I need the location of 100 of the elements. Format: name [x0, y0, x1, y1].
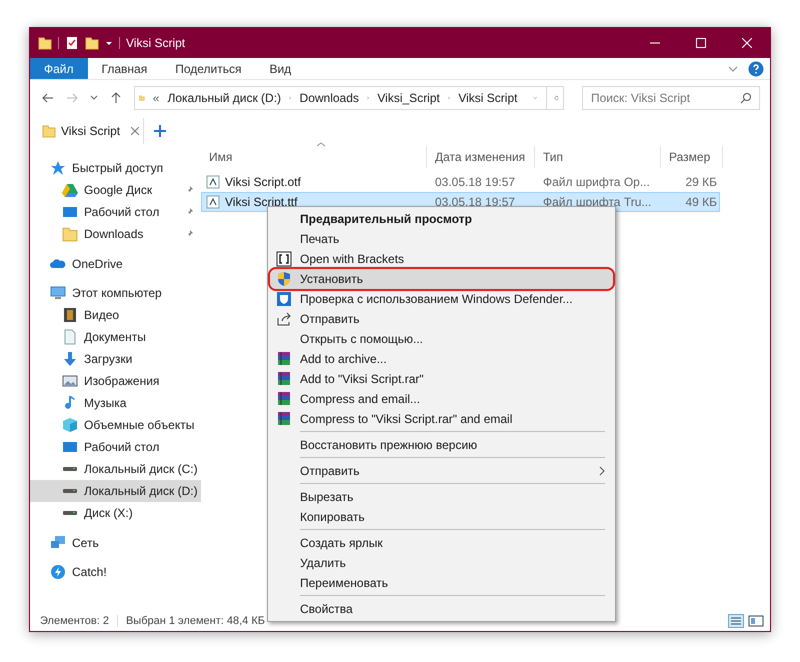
menu-item[interactable]: Отправить	[270, 309, 613, 329]
search-field[interactable]: Поиск: Viksi Script	[582, 86, 760, 110]
details-view-icon[interactable]	[728, 614, 744, 628]
ribbon-tab[interactable]: Вид	[255, 58, 306, 79]
dropdown-icon[interactable]	[105, 39, 113, 47]
font-file-icon	[206, 195, 220, 209]
menu-item[interactable]: Установить	[270, 269, 613, 289]
breadcrumb[interactable]: Локальный диск (D:)	[167, 89, 282, 107]
menu-item[interactable]: Compress and email...	[270, 389, 613, 409]
folder-icon	[62, 226, 78, 242]
sidebar-item[interactable]: OneDrive	[30, 253, 201, 275]
tiles-view-icon[interactable]	[748, 614, 764, 628]
sidebar-label: Рабочий стол	[84, 204, 160, 221]
menu-item[interactable]: Открыть с помощью...	[270, 329, 613, 349]
chevron-down-icon[interactable]	[728, 64, 738, 74]
sidebar-item[interactable]: Google Диск	[30, 179, 201, 201]
menu-item[interactable]: Вырезать	[270, 487, 613, 507]
breadcrumb[interactable]: Viksi_Script	[377, 89, 440, 107]
sidebar-item[interactable]: Catch!	[30, 561, 201, 583]
sidebar-label: Сеть	[72, 535, 100, 552]
menu-item[interactable]: Compress to "Viksi Script.rar" and email	[270, 409, 613, 429]
back-arrow-icon[interactable]	[42, 92, 54, 104]
up-arrow-icon[interactable]	[110, 92, 122, 104]
plus-icon[interactable]	[154, 125, 166, 137]
menu-item[interactable]: Восстановить прежнюю версию	[270, 435, 613, 455]
overflow-chevron[interactable]: «	[152, 89, 160, 107]
sidebar-label: Локальный диск (D:)	[84, 483, 198, 500]
sidebar-item[interactable]: Диск (X:)	[30, 502, 201, 524]
sidebar-item[interactable]: Изображения	[30, 370, 201, 392]
download-icon	[62, 351, 78, 367]
file-name: Viksi Script.otf	[225, 174, 301, 191]
menu-label: Compress and email...	[300, 391, 422, 408]
menu-item[interactable]: Предварительный просмотр	[270, 209, 613, 229]
desktop-icon	[62, 204, 78, 220]
cube-icon	[62, 417, 78, 433]
close-icon[interactable]	[131, 127, 140, 135]
date-cell-text: 03.05.18 19:57	[434, 194, 516, 211]
sidebar-item[interactable]: Этот компьютер	[30, 282, 201, 304]
archive-icon	[276, 391, 292, 407]
defender-icon	[276, 291, 292, 307]
sidebar-label: Объемные объекты	[84, 417, 194, 434]
sidebar-label: Catch!	[72, 564, 108, 581]
sidebar-item[interactable]: Сеть	[30, 532, 201, 554]
sidebar-item[interactable]: Рабочий стол	[30, 436, 201, 458]
menu-label: Проверка с использованием Windows Defender...	[300, 291, 574, 308]
maximize-icon[interactable]	[696, 38, 706, 48]
sidebar-item[interactable]: Локальный диск (C:)	[30, 458, 201, 480]
address-bar[interactable]: « Локальный диск (D:) Downloads Viksi_Script Viksi Script	[134, 86, 564, 110]
sidebar-item[interactable]: Быстрый доступ	[30, 157, 201, 179]
menu-label: Печать	[300, 231, 340, 248]
menu-item[interactable]: Переименовать	[270, 573, 613, 593]
sidebar-item[interactable]: Рабочий стол	[30, 201, 201, 223]
ribbon-tab[interactable]: Поделиться	[161, 58, 256, 79]
date-cell-text: 03.05.18 19:57	[434, 174, 516, 191]
menu-item[interactable]: Add to archive...	[270, 349, 613, 369]
menu-label: Отправить	[300, 311, 361, 328]
type-cell-text: Файл шрифта Tru...	[542, 194, 652, 211]
chevron-right-icon	[366, 94, 370, 102]
film-icon	[62, 307, 78, 323]
sidebar-item[interactable]: Локальный диск (D:)	[30, 480, 201, 502]
help-icon[interactable]	[748, 60, 764, 76]
drive-icon	[63, 467, 77, 471]
menu-item[interactable]: Open with Brackets	[270, 249, 613, 269]
sidebar-item[interactable]: Видео	[30, 304, 201, 326]
archive-icon	[276, 351, 292, 367]
sidebar-label: Видео	[84, 307, 120, 324]
menu-item[interactable]: Проверка с использованием Windows Defender...	[270, 289, 613, 309]
column-header[interactable]: Тип	[535, 146, 661, 168]
column-header[interactable]: Размер	[661, 146, 723, 168]
column-header[interactable]: Дата изменения	[427, 146, 535, 168]
ribbon-tab[interactable]: Главная	[88, 58, 162, 79]
menu-label: Вырезать	[300, 489, 354, 506]
sidebar-label: Downloads	[84, 226, 144, 243]
menu-item[interactable]: Копировать	[270, 507, 613, 527]
sidebar-label: Изображения	[84, 373, 160, 390]
sidebar-item[interactable]: Документы	[30, 326, 201, 348]
menu-item[interactable]: Создать ярлык	[270, 533, 613, 553]
chevron-down-icon[interactable]	[90, 94, 98, 102]
menu-label: Свойства	[300, 601, 354, 618]
column-header[interactable]: Имя	[201, 146, 427, 168]
checklist-icon[interactable]	[65, 36, 79, 50]
sidebar-item[interactable]: Downloads	[30, 223, 201, 245]
desktop-icon	[62, 439, 78, 455]
breadcrumb[interactable]: Downloads	[300, 89, 359, 107]
sidebar-label: Быстрый доступ	[72, 160, 164, 177]
sidebar-item[interactable]: Музыка	[30, 392, 201, 414]
breadcrumb[interactable]: Viksi Script	[458, 89, 518, 107]
type-cell-text: Файл шрифта Op...	[542, 174, 651, 191]
menu-item[interactable]: Удалить	[270, 553, 613, 573]
file-row[interactable]: Viksi Script.otf 03.05.18 19:57 Файл шрифта Op... 29 КБ	[201, 172, 720, 192]
sidebar-item[interactable]: Объемные объекты	[30, 414, 201, 436]
star-icon	[50, 160, 66, 176]
menu-item[interactable]: Печать	[270, 229, 613, 249]
triangle-icon	[62, 182, 78, 198]
ribbon-tab[interactable]: Файл	[30, 58, 88, 79]
sidebar-item[interactable]: Загрузки	[30, 348, 201, 370]
sidebar-label: Музыка	[84, 395, 128, 412]
menu-item[interactable]: Свойства	[270, 599, 613, 619]
menu-item[interactable]: Отправить	[270, 461, 613, 481]
menu-item[interactable]: Add to "Viksi Script.rar"	[270, 369, 613, 389]
